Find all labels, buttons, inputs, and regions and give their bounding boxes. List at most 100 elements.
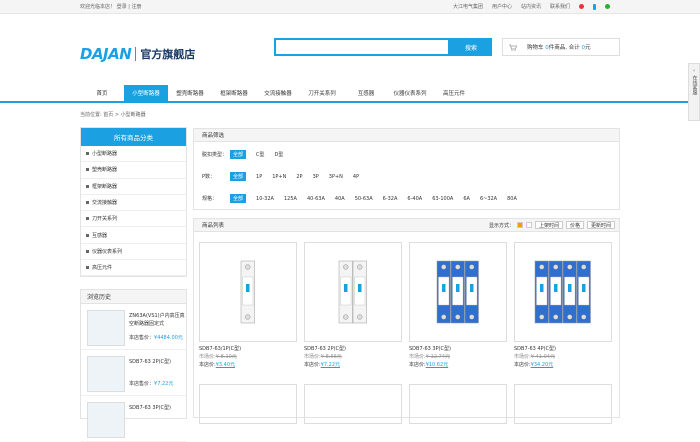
- product-name[interactable]: SDB7-63 4P(C型): [514, 345, 612, 352]
- filter-label: 规格：: [202, 196, 218, 202]
- nav-switch[interactable]: 刀开关系列: [300, 85, 344, 101]
- sidebar-item-label: 小型断路器: [92, 151, 118, 158]
- login-link[interactable]: 登录: [117, 4, 127, 10]
- wechat-icon[interactable]: [605, 4, 610, 9]
- history-item-name[interactable]: SDB7-63 2P(C型): [129, 358, 187, 366]
- market-price-value: ¥-12.74元: [425, 354, 450, 360]
- sidebar-item-label: 交流接触器: [92, 200, 118, 207]
- sort-bar: 显示方式： 上架时间 价格 更新时间: [489, 221, 615, 229]
- filter-option[interactable]: 50-63A: [355, 196, 373, 202]
- history-item[interactable]: ZN63A(VS1)户内高压真空断路器固定式 本店售价：¥4484.00元: [81, 304, 186, 350]
- sidebar-item-mccb[interactable]: 塑壳断路器: [81, 162, 186, 179]
- filter-option[interactable]: 3P+N: [329, 174, 343, 180]
- top-link-contact[interactable]: 联系我们: [550, 3, 570, 10]
- market-price: 市场价:¥-8.10元: [199, 353, 297, 360]
- sidebar-item-mcb[interactable]: 小型断路器: [81, 146, 186, 163]
- product-name[interactable]: SDB7-63 2P(C型): [304, 345, 402, 352]
- filter-option[interactable]: 1P+N: [272, 174, 286, 180]
- product-card-next[interactable]: [304, 384, 402, 424]
- filter-option[interactable]: 40-63A: [307, 196, 325, 202]
- filter-option[interactable]: 63-100A: [432, 196, 453, 202]
- history-item[interactable]: SDB7-63 3P(C型): [81, 396, 186, 442]
- phone-icon[interactable]: [593, 3, 596, 10]
- register-link[interactable]: 注册: [132, 4, 142, 10]
- market-price-label: 市场价:: [199, 354, 216, 360]
- list-view-icon[interactable]: [525, 222, 532, 228]
- filter-option[interactable]: 全部: [230, 172, 247, 181]
- cart-icon: [509, 44, 517, 51]
- nav-acb[interactable]: 框架断路器: [212, 85, 256, 101]
- product-image[interactable]: [409, 242, 507, 342]
- product-image[interactable]: [199, 242, 297, 342]
- filter-option[interactable]: 80A: [507, 196, 517, 202]
- product-image[interactable]: [304, 242, 402, 342]
- history-item-name[interactable]: ZN63A(VS1)户内高压真空断路器固定式: [129, 312, 187, 328]
- sidebar-item-contactor[interactable]: 交流接触器: [81, 195, 186, 212]
- sidebar-item-acb[interactable]: 框架断路器: [81, 179, 186, 195]
- filter-option[interactable]: 6-32A: [383, 196, 398, 202]
- filter-option[interactable]: 3P: [313, 174, 319, 180]
- cart-widget[interactable]: 购物车 0件商品, 合计 0元: [502, 38, 620, 56]
- product-name[interactable]: SDB7-63 3P(C型): [409, 345, 507, 352]
- sort-by-date-button[interactable]: 上架时间: [534, 221, 563, 229]
- sidebar-item-meter[interactable]: 仪器仪表系列: [81, 244, 186, 261]
- product-list: 商品列表 显示方式： 上架时间 价格 更新时间 SDB7-63/1P(C型) 市…: [193, 218, 620, 424]
- top-link-news[interactable]: 站内资讯: [521, 3, 541, 10]
- history-item[interactable]: SDB7-63 2P(C型) 本店售价：¥7.22元: [81, 350, 186, 396]
- sort-by-price-button[interactable]: 价格: [565, 221, 584, 229]
- filter-row-trip-type: 脱扣类型： 全部 C型 D型: [202, 150, 293, 159]
- history-item-name[interactable]: SDB7-63 3P(C型): [129, 404, 187, 412]
- product-name[interactable]: SDB7-63/1P(C型): [199, 345, 297, 352]
- weibo-icon[interactable]: [579, 4, 584, 9]
- filter-option[interactable]: 6-40A: [407, 196, 422, 202]
- product-list-header: 商品列表 显示方式： 上架时间 价格 更新时间: [194, 219, 619, 232]
- product-card-next[interactable]: [409, 384, 507, 424]
- filter-option[interactable]: 125A: [284, 196, 297, 202]
- nav-mccb[interactable]: 塑壳断路器: [168, 85, 212, 101]
- bullet-icon: [86, 233, 89, 237]
- product-card-next[interactable]: [514, 384, 612, 424]
- search-input[interactable]: [274, 38, 450, 56]
- nav-hv[interactable]: 高压元件: [432, 85, 476, 101]
- nav-contactor[interactable]: 交流接触器: [256, 85, 300, 101]
- filter-option[interactable]: 10-32A: [256, 196, 274, 202]
- filter-option[interactable]: D型: [275, 151, 284, 158]
- filter-option[interactable]: 6~32A: [480, 196, 497, 202]
- filter-option[interactable]: 2P: [296, 174, 302, 180]
- nav-home[interactable]: 首页: [80, 85, 124, 101]
- shop-price: 本店价:¥34.20元: [514, 361, 612, 368]
- grid-view-icon[interactable]: [516, 222, 523, 228]
- filter-option[interactable]: 全部: [230, 150, 247, 159]
- sidebar-item-hv[interactable]: 高压元件: [81, 260, 186, 277]
- online-service-label: 在线客服: [691, 75, 698, 95]
- nav-mcb[interactable]: 小型断路器: [124, 85, 168, 101]
- filter-option[interactable]: 6A: [463, 196, 470, 202]
- sidebar-item-label: 高压元件: [92, 265, 113, 272]
- filter-option[interactable]: 全部: [230, 194, 247, 203]
- nav-meter[interactable]: 仪器仪表系列: [388, 85, 432, 101]
- online-service-tab[interactable]: ‹ 在线客服: [688, 63, 700, 121]
- history-price-value: ¥4484.00元: [154, 335, 183, 341]
- shop-price-value: ¥3.40元: [215, 362, 236, 368]
- search-button[interactable]: 搜索: [450, 38, 492, 56]
- shop-price-value: ¥34.20元: [530, 362, 554, 368]
- product-card: SDB7-63/1P(C型) 市场价:¥-8.10元 本店价:¥3.40元: [199, 242, 297, 368]
- history-thumbnail[interactable]: [87, 356, 125, 392]
- service-chevron-icon: ‹: [693, 68, 695, 74]
- history-thumbnail[interactable]: [87, 402, 125, 438]
- filter-option[interactable]: 4P: [353, 174, 359, 180]
- top-link-user-center[interactable]: 用户中心: [492, 3, 512, 10]
- cart-summary: 购物车 0件商品, 合计 0元: [527, 43, 591, 51]
- nav-transformer[interactable]: 互感器: [344, 85, 388, 101]
- top-link-group[interactable]: 大江电气集团: [453, 3, 483, 10]
- sidebar-item-switch[interactable]: 刀开关系列: [81, 211, 186, 228]
- history-thumbnail[interactable]: [87, 310, 125, 346]
- logo[interactable]: DAJAN 官方旗舰店: [80, 45, 195, 63]
- product-card-next[interactable]: [199, 384, 297, 424]
- filter-option[interactable]: C型: [256, 151, 265, 158]
- product-image[interactable]: [514, 242, 612, 342]
- filter-option[interactable]: 1P: [256, 174, 262, 180]
- filter-option[interactable]: 40A: [335, 196, 345, 202]
- sidebar-item-transformer[interactable]: 互感器: [81, 227, 186, 244]
- sort-by-update-button[interactable]: 更新时间: [586, 221, 615, 229]
